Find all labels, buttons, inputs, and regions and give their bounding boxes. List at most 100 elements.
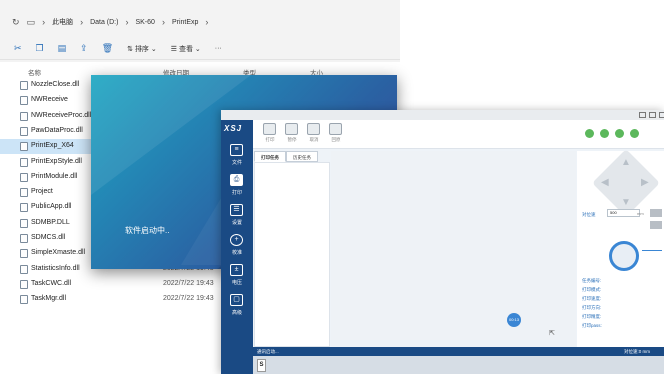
link-icon[interactable] xyxy=(585,129,594,138)
file-name: SDMCS.dll xyxy=(31,234,66,241)
file-name: NozzleClose.dll xyxy=(31,81,80,88)
file-date: 2022/7/22 19:43 xyxy=(163,295,214,303)
file-icon xyxy=(20,203,28,213)
nav-print[interactable]: ⎙ 打印 xyxy=(221,172,253,202)
monitor-icon: ▭ xyxy=(26,16,36,27)
file-icon xyxy=(20,218,28,228)
nav-voltage[interactable]: ± 电压 xyxy=(221,262,253,292)
nav-settings[interactable]: ☰ 设置 xyxy=(221,202,253,232)
bottom-strip: S xyxy=(253,356,664,374)
nav-label: 文件 xyxy=(231,160,242,166)
cancel-button[interactable]: 取消 xyxy=(305,123,323,147)
info-print-mode: 打印模式: xyxy=(582,287,602,292)
file-icon xyxy=(20,157,28,167)
breadcrumb-this-pc[interactable]: 此电脑 xyxy=(52,17,73,27)
info-print-pass: 打印pass: xyxy=(582,323,602,328)
info-print-direction: 打印方向: xyxy=(582,305,602,310)
nav-label: 电压 xyxy=(231,280,242,286)
minimize-icon[interactable] xyxy=(639,112,646,118)
pause-button[interactable]: 暂停 xyxy=(283,123,301,147)
col-name[interactable]: 名称 xyxy=(28,67,41,77)
file-icon xyxy=(20,142,28,152)
nav-advanced[interactable]: ▢ 高级 xyxy=(221,292,253,322)
ribbon-toolbar: 打印 暂停 取消 回原 xyxy=(253,120,664,149)
file-name: SimpleXmaste.dll xyxy=(31,249,86,257)
close-icon[interactable] xyxy=(659,112,664,118)
arrow-down-icon[interactable]: ▼ xyxy=(621,197,631,208)
mouse-cursor-icon: ⇱ xyxy=(549,330,555,337)
app-logo: XSJ xyxy=(224,124,243,133)
file-icon xyxy=(20,81,28,90)
position-label: 对位速 xyxy=(582,212,596,217)
arrow-left-icon[interactable]: ◀ xyxy=(601,177,609,188)
cut-icon[interactable]: ✂ xyxy=(14,43,22,54)
breadcrumb-data-drive[interactable]: Data (D:) xyxy=(90,19,118,26)
view-button[interactable]: ☰ 查看 ⌄ xyxy=(171,44,201,54)
file-name: PublicApp.dll xyxy=(31,203,72,211)
paste-icon[interactable]: ▤ xyxy=(58,43,67,54)
chevron-right-icon: › xyxy=(125,17,129,27)
breadcrumb-printexp[interactable]: PrintExp xyxy=(172,19,198,26)
sort-button[interactable]: ⇅ 排序 ⌄ xyxy=(127,44,157,54)
maximize-icon[interactable] xyxy=(649,112,656,118)
nav-calibrate[interactable]: + 校准 xyxy=(221,232,253,262)
arrow-up-icon[interactable]: ▲ xyxy=(621,157,631,168)
arrow-right-icon[interactable]: ▶ xyxy=(641,177,649,188)
position-go-button[interactable] xyxy=(650,209,662,217)
location-icon[interactable] xyxy=(630,129,639,138)
print-preview-canvas[interactable]: 00:13 ⇱ xyxy=(331,151,576,347)
refresh-icon[interactable]: ↻ xyxy=(12,17,20,28)
file-icon xyxy=(20,279,28,289)
sliders-icon: ☰ xyxy=(230,204,243,216)
file-name: StatisticsInfo.dll xyxy=(31,264,80,272)
breadcrumb-sk60[interactable]: SK-60 xyxy=(135,19,154,26)
position-input[interactable]: 500 xyxy=(607,209,640,217)
file-icon xyxy=(20,111,28,121)
file-name: Project xyxy=(31,188,53,196)
tab-print-tasks[interactable]: 打印任务 xyxy=(254,151,286,162)
chevron-right-icon: › xyxy=(80,17,84,27)
crosshair-icon: + xyxy=(230,234,243,246)
file-icon xyxy=(20,234,28,243)
ring-connector xyxy=(642,250,662,251)
fan-icon[interactable] xyxy=(600,129,609,138)
explorer-toolbar: ✂ ❐ ▤ ⇪ 🗑 ⇅ 排序 ⌄ ☰ 查看 ⌄ ··· xyxy=(0,38,400,60)
file-name: NWReceive xyxy=(31,96,68,104)
temperature-icon[interactable] xyxy=(615,129,624,138)
tab-history-tasks[interactable]: 历史任务 xyxy=(286,151,318,162)
search-icon xyxy=(329,123,342,135)
file-icon xyxy=(20,96,28,106)
status-bar: 通讯启动... 对位速:0 mm xyxy=(253,347,664,356)
print-head-marker[interactable]: 00:13 xyxy=(507,313,521,327)
nav-label: 设置 xyxy=(231,220,242,226)
ribbon-label: 回原 xyxy=(331,137,341,142)
chevron-right-icon: › xyxy=(161,17,165,27)
print-button[interactable]: 打印 xyxy=(261,123,279,147)
more-button[interactable]: ··· xyxy=(215,45,222,52)
home-button[interactable]: 回原 xyxy=(327,123,345,147)
file-icon xyxy=(20,126,28,136)
nav-label: 高级 xyxy=(231,310,242,316)
chevron-right-icon: › xyxy=(205,17,209,27)
nav-label: 打印 xyxy=(231,190,242,196)
copy-icon[interactable]: ❐ xyxy=(36,43,44,54)
file-name: PrintExpStyle.dll xyxy=(31,157,82,165)
ribbon-label: 打印 xyxy=(265,137,275,142)
file-name: TaskCWC.dll xyxy=(31,279,72,287)
task-list-panel xyxy=(254,162,330,347)
loading-text: 软件启动中.. xyxy=(125,226,170,235)
view-label: 查看 xyxy=(178,45,193,53)
control-panel: ▲ ▼ ◀ ▶ 对位速 500 mm 任务编号: 打印模式: 打印速度: 打印方… xyxy=(577,149,664,347)
share-icon[interactable]: ⇪ xyxy=(80,43,88,54)
position-set-button[interactable] xyxy=(650,221,662,229)
cancel-icon xyxy=(307,123,320,135)
file-name: TaskMgr.dll xyxy=(31,295,67,303)
address-bar[interactable]: ↻ ▭ › 此电脑 › Data (D:) › SK-60 › PrintExp… xyxy=(0,8,400,36)
sort-label: 排序 xyxy=(134,45,149,53)
folder-icon: ≡ xyxy=(230,144,243,156)
file-name: NWReceiveProc.dll xyxy=(31,111,92,119)
task-tabs: 打印任务 历史任务 xyxy=(254,151,330,162)
delete-icon[interactable]: 🗑 xyxy=(102,43,113,54)
nav-file[interactable]: ≡ 文件 xyxy=(221,142,253,172)
s-button[interactable]: S xyxy=(257,359,266,372)
